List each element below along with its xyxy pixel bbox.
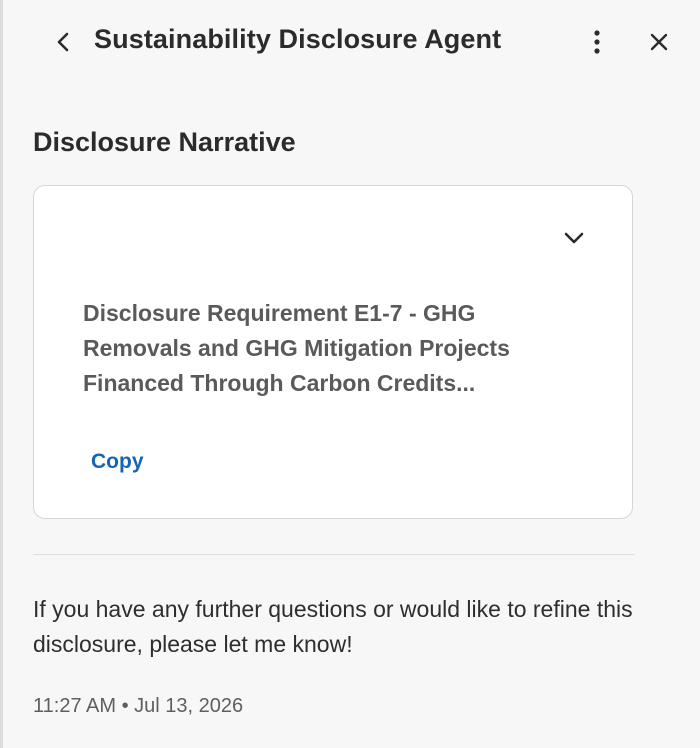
agent-message: If you have any further questions or wou…	[33, 596, 633, 657]
message-time: 11:27 AM	[33, 695, 117, 717]
timestamp-separator: •	[121, 695, 129, 717]
copy-button[interactable]: Copy	[91, 450, 144, 474]
chevron-left-icon	[57, 32, 69, 52]
close-button[interactable]	[645, 28, 673, 56]
back-button[interactable]	[49, 28, 77, 56]
panel-title: Sustainability Disclosure Agent	[94, 24, 502, 54]
disclosure-card: Disclosure Requirement E1-7 - GHG Remova…	[33, 185, 633, 519]
divider	[33, 554, 635, 555]
more-options-button[interactable]	[585, 28, 609, 56]
more-vertical-icon	[594, 30, 600, 54]
close-icon	[650, 33, 668, 51]
message-timestamp: 11:27 AM • Jul 13, 2026	[33, 695, 243, 718]
section-title: Disclosure Narrative	[33, 127, 296, 157]
chevron-down-icon	[564, 232, 584, 244]
expand-button[interactable]	[558, 224, 590, 252]
disclosure-preview-text: Disclosure Requirement E1-7 - GHG Remova…	[83, 300, 510, 396]
message-date: Jul 13, 2026	[134, 695, 244, 717]
agent-panel: Sustainability Disclosure Agent Disclosu…	[0, 0, 700, 748]
panel-header: Sustainability Disclosure Agent	[3, 0, 700, 86]
